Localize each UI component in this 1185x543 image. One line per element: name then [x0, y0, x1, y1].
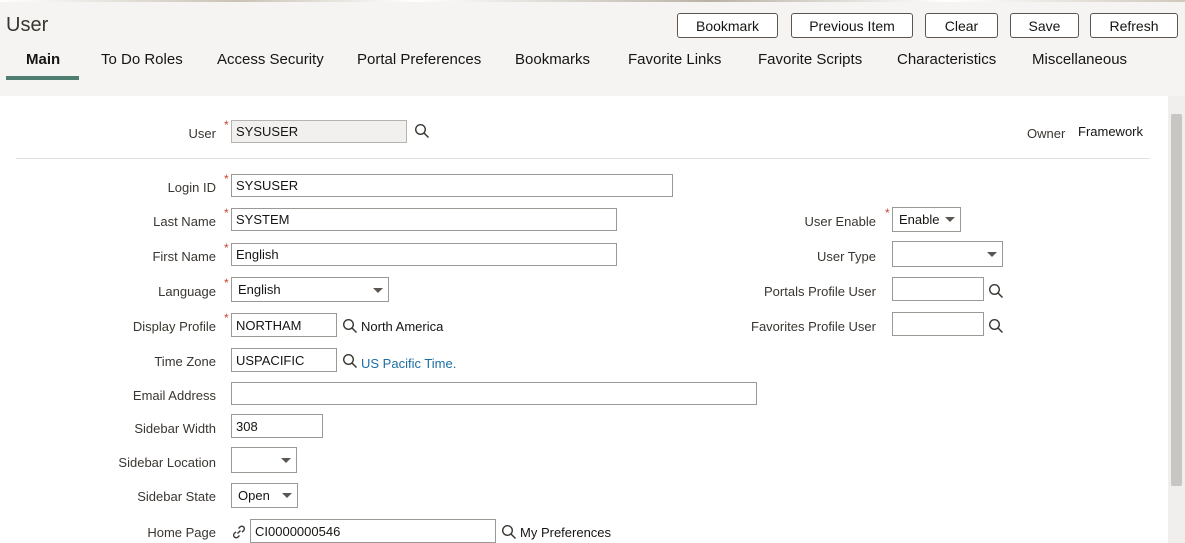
home-page-label: Home Page: [147, 525, 216, 540]
home-page-field[interactable]: CI0000000546: [250, 519, 496, 543]
email-address-field[interactable]: [231, 382, 757, 405]
tab-miscellaneous[interactable]: Miscellaneous: [1032, 50, 1127, 78]
required-marker: *: [224, 311, 229, 325]
tab-favorite-scripts[interactable]: Favorite Scripts: [758, 50, 862, 78]
time-zone-field[interactable]: USPACIFIC: [231, 348, 337, 372]
last-name-field[interactable]: SYSTEM: [231, 208, 617, 231]
display-profile-field[interactable]: NORTHAM: [231, 313, 337, 337]
portals-profile-user-label: Portals Profile User: [764, 284, 876, 299]
login-id-field[interactable]: SYSUSER: [231, 174, 673, 197]
tab-favorite-links[interactable]: Favorite Links: [628, 50, 721, 78]
sidebar-state-label: Sidebar State: [137, 489, 216, 504]
tab-characteristics[interactable]: Characteristics: [897, 50, 996, 78]
required-marker: *: [224, 206, 229, 220]
chevron-down-icon: [945, 217, 955, 222]
first-name-label: First Name: [152, 249, 216, 264]
favorites-profile-user-label: Favorites Profile User: [751, 319, 876, 334]
tab-main[interactable]: Main: [26, 50, 60, 78]
clear-button[interactable]: Clear: [925, 13, 998, 38]
user-type-label: User Type: [816, 249, 876, 264]
search-icon[interactable]: [988, 283, 1004, 299]
tab-bookmarks[interactable]: Bookmarks: [515, 50, 590, 78]
favorites-profile-user-field[interactable]: [892, 312, 984, 336]
last-name-label: Last Name: [153, 214, 216, 229]
sidebar-width-field[interactable]: 308: [231, 414, 323, 438]
time-zone-label: Time Zone: [154, 354, 216, 369]
chevron-down-icon: [282, 493, 292, 498]
user-field[interactable]: SYSUSER: [231, 120, 407, 143]
chevron-down-icon: [281, 458, 291, 463]
time-zone-description-link[interactable]: US Pacific Time.: [361, 356, 456, 371]
chevron-down-icon: [987, 252, 997, 257]
search-icon[interactable]: [988, 318, 1004, 334]
tab-to-do-roles[interactable]: To Do Roles: [101, 50, 183, 78]
active-tab-indicator: [6, 76, 79, 80]
display-profile-label: Display Profile: [132, 319, 216, 334]
section-divider: [16, 158, 1150, 159]
chevron-down-icon: [373, 288, 383, 293]
language-label: Language: [158, 284, 216, 299]
user-label: User: [188, 126, 216, 141]
language-select[interactable]: English: [231, 277, 389, 302]
page-title: User: [6, 14, 49, 36]
display-profile-description: North America: [361, 319, 444, 334]
tab-bar: Main To Do Roles Access Security Portal …: [0, 50, 1185, 80]
owner-value: Framework: [1078, 124, 1144, 139]
previous-item-button[interactable]: Previous Item: [791, 13, 913, 38]
search-icon[interactable]: [342, 318, 358, 334]
tab-access-security[interactable]: Access Security: [217, 50, 324, 78]
sidebar-location-label: Sidebar Location: [118, 455, 216, 470]
required-marker: *: [224, 276, 229, 290]
scrollbar-thumb[interactable]: [1171, 114, 1182, 486]
bookmark-button[interactable]: Bookmark: [677, 13, 778, 38]
page-header: User Bookmark Previous Item Clear Save R…: [0, 2, 1185, 96]
home-page-description: My Preferences: [520, 525, 612, 540]
search-icon[interactable]: [414, 123, 430, 139]
login-id-label: Login ID: [167, 180, 216, 195]
link-icon[interactable]: [231, 524, 247, 540]
required-marker: *: [885, 206, 890, 220]
owner-label: Owner: [1027, 126, 1066, 141]
sidebar-width-label: Sidebar Width: [134, 421, 216, 436]
required-marker: *: [224, 172, 229, 186]
tab-portal-preferences[interactable]: Portal Preferences: [357, 50, 481, 78]
user-enable-label: User Enable: [804, 214, 876, 229]
required-marker: *: [224, 118, 229, 132]
portals-profile-user-field[interactable]: [892, 277, 984, 301]
refresh-button[interactable]: Refresh: [1090, 13, 1178, 38]
save-button[interactable]: Save: [1010, 13, 1079, 38]
required-marker: *: [224, 241, 229, 255]
search-icon[interactable]: [501, 524, 517, 540]
email-address-label: Email Address: [132, 388, 216, 403]
search-icon[interactable]: [342, 353, 358, 369]
first-name-field[interactable]: English: [231, 243, 617, 266]
